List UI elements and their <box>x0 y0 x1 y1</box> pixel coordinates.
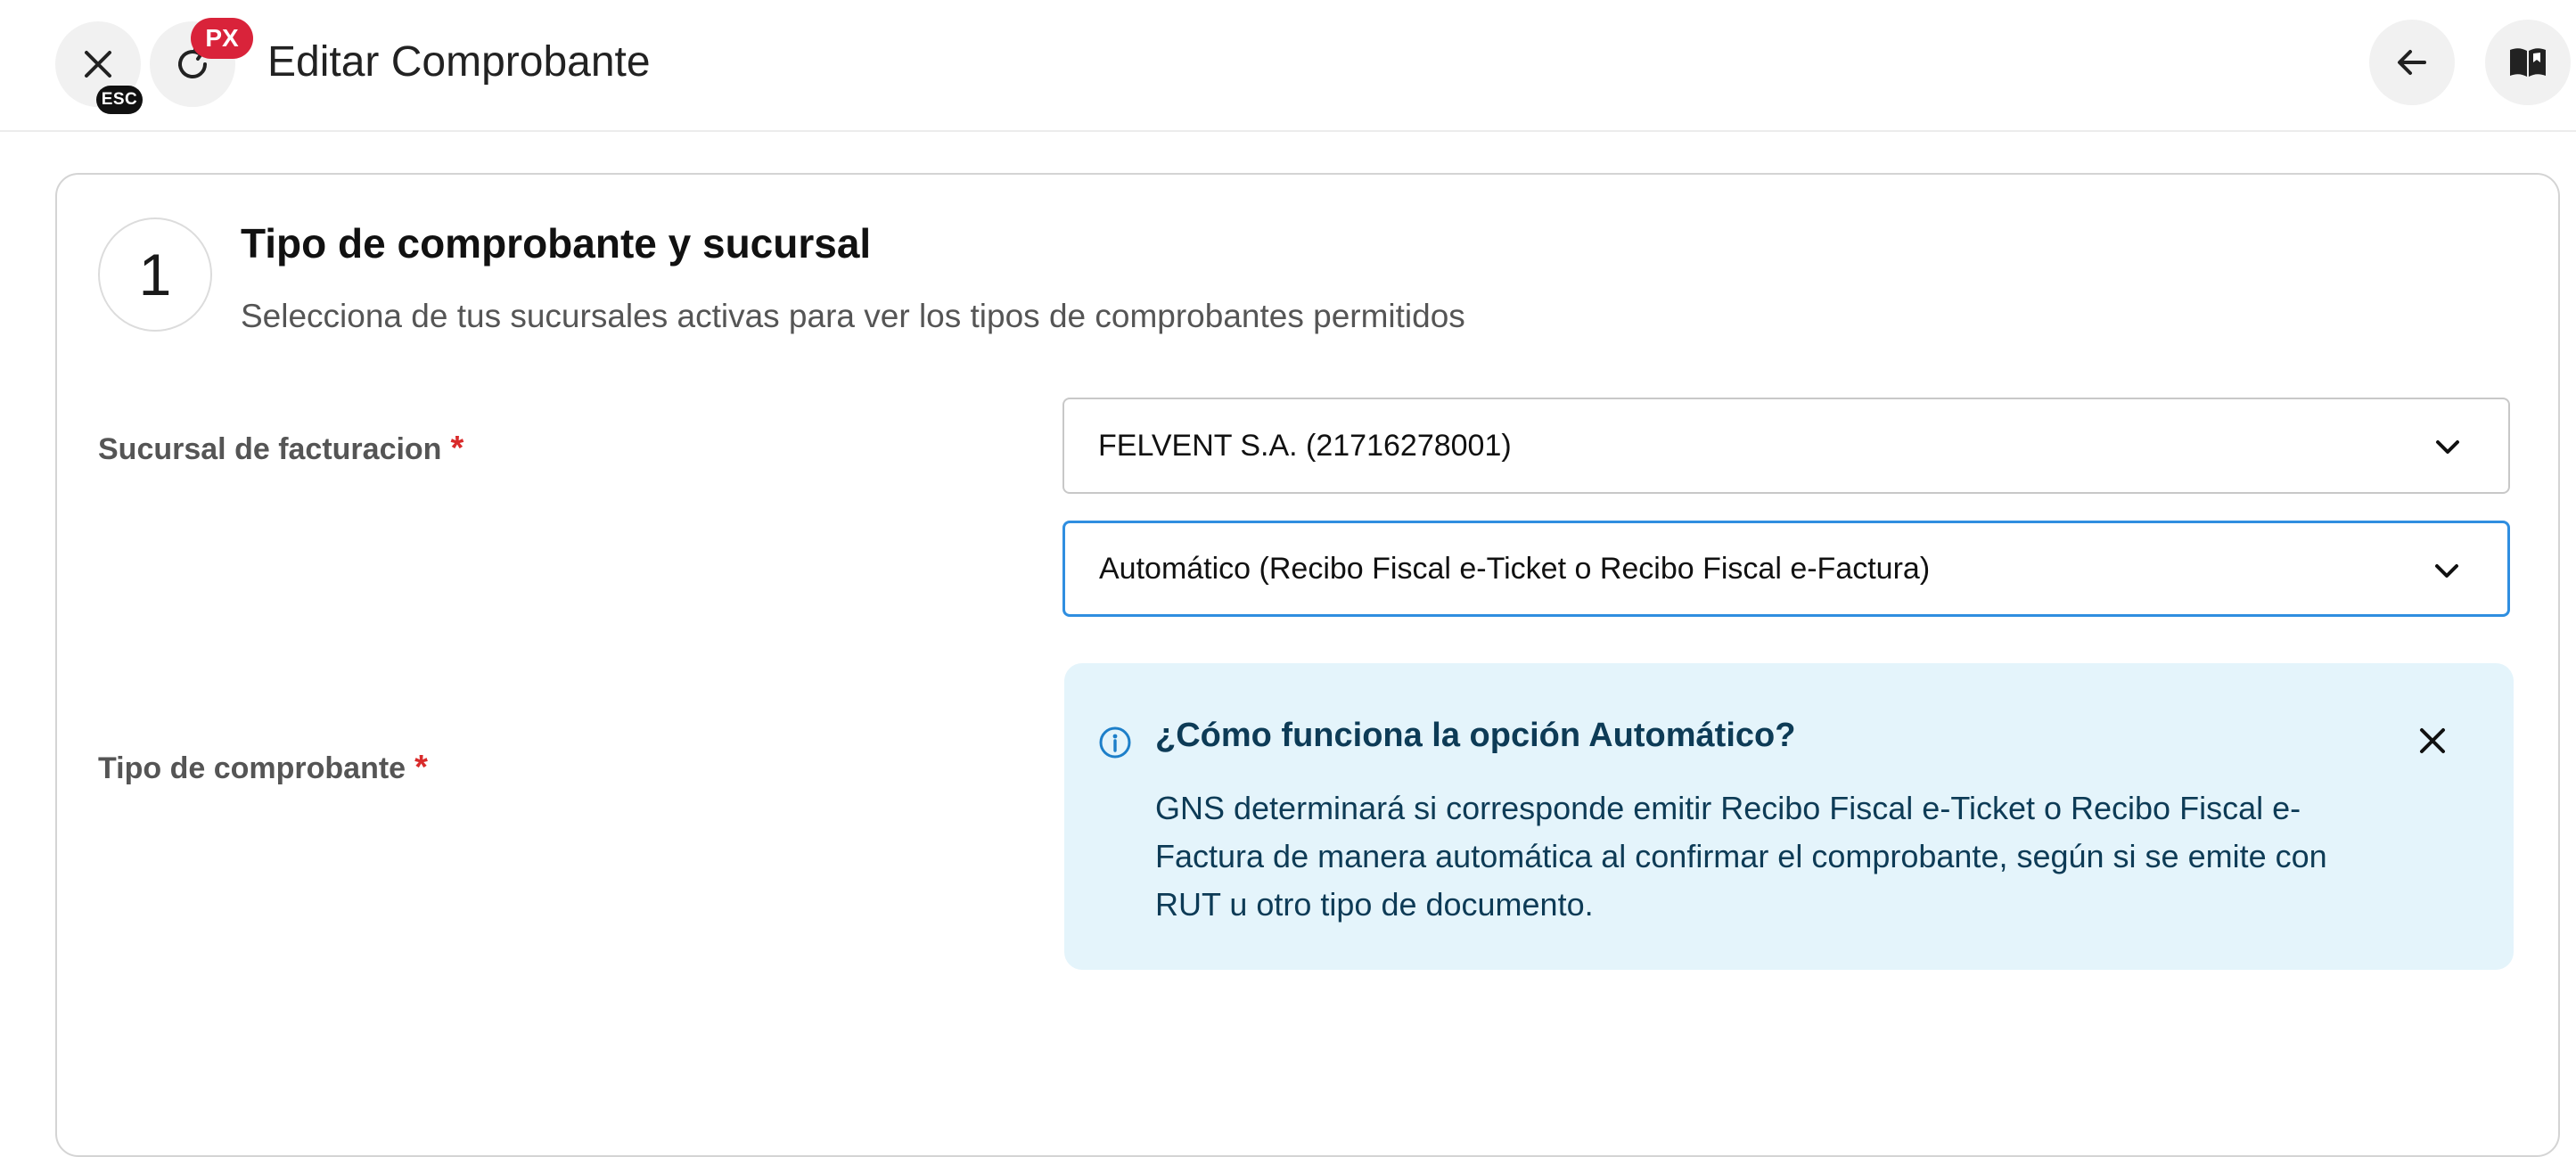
tipo-comprobante-select-value: Automático (Recibo Fiscal e-Ticket o Rec… <box>1099 551 1931 586</box>
sucursal-label: Sucursal de facturacion * <box>98 430 464 468</box>
page-title: Editar Comprobante <box>267 38 651 86</box>
close-icon[interactable] <box>2417 726 2448 756</box>
chevron-down-icon <box>2435 564 2458 578</box>
required-mark: * <box>414 749 428 786</box>
chevron-down-icon <box>2436 440 2459 454</box>
close-icon <box>85 51 111 78</box>
arrow-left-icon <box>2398 50 2426 75</box>
sucursal-select-value: FELVENT S.A. (21716278001) <box>1098 428 1512 463</box>
section-subtitle: Selecciona de tus sucursales activas par… <box>241 298 1465 334</box>
info-text: GNS determinará si corresponde emitir Re… <box>1155 790 2327 923</box>
tipo-comprobante-select[interactable]: Automático (Recibo Fiscal e-Ticket o Rec… <box>1062 521 2510 617</box>
info-icon <box>1099 726 1131 759</box>
info-title: ¿Cómo funciona la opción Automático? <box>1155 717 1796 754</box>
required-mark: * <box>450 430 464 467</box>
step-number: 1 <box>98 217 212 332</box>
tipo-comprobante-label-text: Tipo de comprobante <box>98 751 406 785</box>
esc-shortcut-badge: ESC <box>96 86 143 114</box>
sucursal-select[interactable]: FELVENT S.A. (21716278001) <box>1062 398 2510 494</box>
px-badge: PX <box>191 18 253 59</box>
book-icon <box>2510 48 2546 77</box>
section-title: Tipo de comprobante y sucursal <box>241 220 872 267</box>
back-button[interactable] <box>2369 20 2455 105</box>
tipo-comprobante-label: Tipo de comprobante * <box>98 749 428 787</box>
automatic-info-alert: ¿Cómo funciona la opción Automático? GNS… <box>1064 663 2514 970</box>
docs-button[interactable] <box>2485 20 2571 105</box>
sucursal-label-text: Sucursal de facturacion <box>98 432 442 466</box>
top-bar: ESC PX Editar Comprobante <box>0 0 2576 132</box>
